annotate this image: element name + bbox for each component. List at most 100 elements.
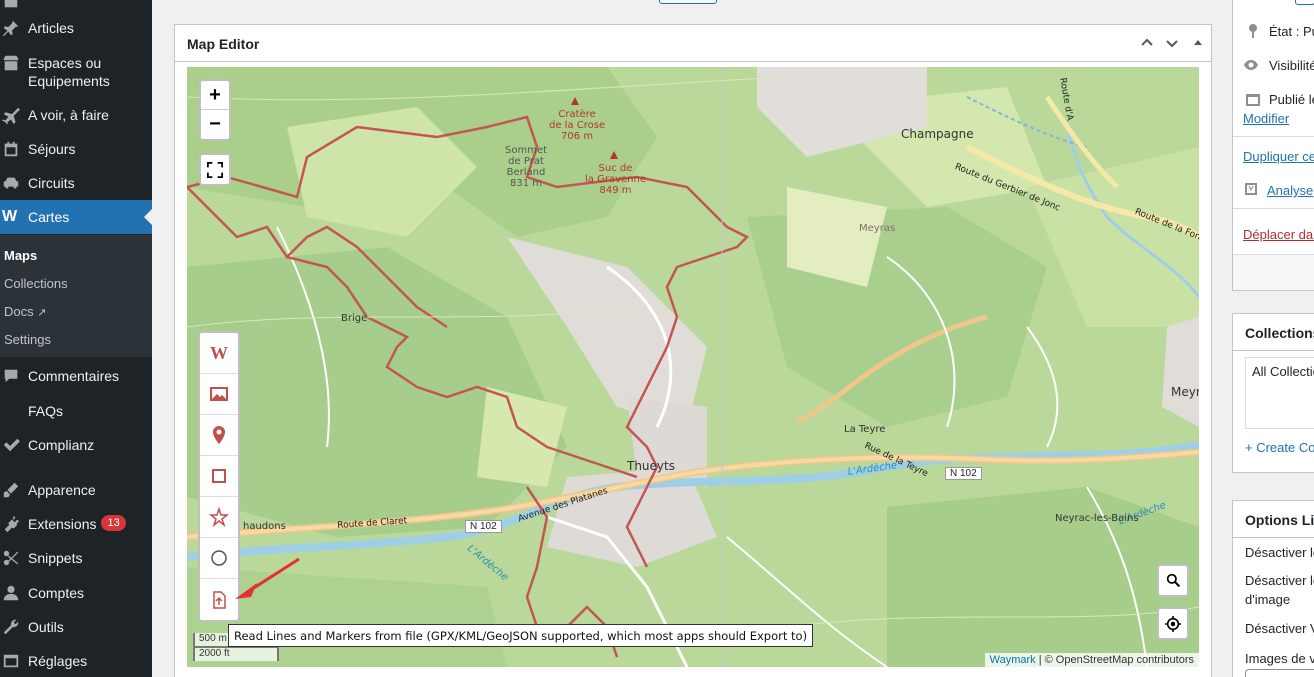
collections-box: Collections All Collectio + Create Co — [1232, 313, 1314, 473]
divider — [1233, 537, 1314, 538]
sidebar-item-reglages[interactable]: Réglages — [0, 652, 152, 670]
marker-tool-button[interactable] — [200, 415, 238, 456]
circle-icon — [211, 550, 227, 566]
create-collection-link[interactable]: + Create Co — [1245, 440, 1314, 455]
waymark-link[interactable]: Waymark — [990, 654, 1036, 666]
toggle-panel-button[interactable] — [1188, 33, 1208, 53]
options-box: Options Lit Désactiver le Désactiver le … — [1232, 500, 1314, 677]
sidebar-item-cartes[interactable]: W Cartes — [0, 200, 152, 234]
sidebar-item-label: Réglages — [28, 653, 88, 669]
sidebar-item-extensions[interactable]: Extensions 13 — [0, 515, 152, 533]
publish-box-button-fragment[interactable] — [1295, 0, 1314, 5]
image-icon — [210, 387, 228, 401]
sidebar-item-label: A voir, à faire — [28, 107, 109, 123]
sidebar-item-label: Complianz — [28, 437, 95, 453]
sidebar-item-faqs[interactable]: FAQs — [0, 402, 152, 420]
divider — [1233, 136, 1314, 137]
submenu-item-collections[interactable]: Collections — [4, 276, 68, 291]
sidebar-item-label: FAQs — [28, 403, 64, 419]
map-marker-icon — [213, 426, 225, 444]
submenu-item-label: Docs — [4, 304, 34, 319]
sidebar-item-sejours[interactable]: Séjours — [0, 140, 152, 158]
divider — [1233, 350, 1314, 351]
collections-list[interactable]: All Collectio — [1245, 357, 1314, 429]
published-label: Publié le — [1269, 92, 1314, 107]
sidebar-item-circuits[interactable]: Circuits — [0, 174, 152, 192]
calendar-icon — [0, 140, 28, 158]
map-tiles — [187, 67, 1199, 667]
map-canvas[interactable]: Cratère de la Crose 706 m Sommet de Prat… — [187, 67, 1199, 667]
option-3-label: Désactiver V — [1245, 621, 1314, 636]
seo-analysis-link[interactable]: Analyse — [1267, 183, 1313, 198]
sidebar-item-snippets[interactable]: Snippets — [0, 549, 152, 567]
polygon-tool-button[interactable] — [200, 497, 238, 538]
waymark-icon: W — [210, 342, 228, 363]
chevron-down-icon — [1166, 40, 1178, 48]
move-down-button[interactable] — [1162, 33, 1182, 53]
map-label-meyras: Meyras — [859, 223, 896, 234]
scale-imperial: 2000 ft — [193, 646, 279, 661]
panel-header: Map Editor — [175, 25, 1211, 62]
sidebar-item-complianz[interactable]: Complianz — [0, 436, 152, 454]
duplicate-link[interactable]: Dupliquer ce — [1243, 149, 1314, 164]
annotation-arrow-icon — [235, 557, 300, 599]
update-count-badge: 13 — [101, 515, 126, 531]
sidebar-item-comptes[interactable]: Comptes — [0, 584, 152, 602]
locate-button[interactable] — [1157, 607, 1189, 640]
sidebar-item-label: Cartes — [28, 209, 70, 225]
sidebar-item-label: Séjours — [28, 141, 76, 157]
sidebar-item-label: Commentaires — [28, 368, 120, 384]
map-label-la-teyre: La Teyre — [844, 424, 886, 435]
rectangle-icon — [212, 469, 226, 483]
zoom-control: + − — [199, 79, 231, 141]
collections-title: Collections — [1245, 325, 1314, 341]
sidebar-item-dashboard[interactable] — [0, 0, 152, 8]
sidebar-item-apparence[interactable]: Apparence — [0, 481, 152, 499]
right-sidebar: État : Pu Visibilité Publié le Modifier … — [1232, 0, 1314, 677]
sidebar-item-commentaires[interactable]: Commentaires — [0, 367, 152, 385]
check-icon — [0, 436, 28, 454]
pin-icon — [1245, 23, 1261, 39]
option-4-input[interactable] — [1245, 669, 1314, 677]
snippet-icon — [0, 549, 28, 567]
map-search-button[interactable] — [1157, 564, 1189, 597]
plugin-icon — [0, 515, 28, 533]
options-title: Options Lit — [1245, 512, 1314, 528]
brush-icon — [0, 481, 28, 499]
file-upload-icon — [213, 590, 226, 609]
all-collections-tab[interactable]: All Collectio — [1252, 364, 1314, 379]
waymark-tool-button[interactable]: W — [200, 333, 238, 374]
map-label-champagne: Champagne — [901, 127, 974, 141]
sidebar-item-label: Articles — [28, 20, 74, 36]
divider — [1233, 208, 1314, 209]
submenu-item-maps[interactable]: Maps — [4, 248, 37, 263]
move-to-trash-link[interactable]: Déplacer dan — [1243, 227, 1314, 242]
submenu-item-docs[interactable]: Docs ↗ — [4, 304, 46, 319]
calendar-icon — [1245, 91, 1261, 107]
submenu-item-settings[interactable]: Settings — [4, 332, 51, 347]
zoom-in-button[interactable]: + — [201, 81, 229, 110]
sidebar-item-espaces[interactable]: Espaces ou Equipements — [0, 54, 152, 90]
option-2-label: Désactiver le — [1245, 573, 1314, 588]
top-button-fragment[interactable] — [659, 0, 717, 4]
image-tool-button[interactable] — [200, 374, 238, 415]
import-tooltip: Read Lines and Markers from file (GPX/KM… — [228, 624, 814, 647]
zoom-out-button[interactable]: − — [201, 110, 229, 139]
user-icon — [0, 584, 28, 602]
map-label-brige: Brige — [341, 313, 368, 324]
attribution-text: | © OpenStreetMap contributors — [1038, 654, 1194, 666]
map-attribution: Waymark | © OpenStreetMap contributors — [984, 653, 1199, 667]
sidebar-item-avoir[interactable]: A voir, à faire — [0, 106, 152, 124]
sidebar-item-outils[interactable]: Outils — [0, 618, 152, 636]
map-label-chaudons: haudons — [243, 521, 286, 532]
map-label-sommet: Sommet de Prat Berland 831 m — [505, 145, 548, 189]
modify-date-link[interactable]: Modifier — [1243, 111, 1289, 126]
fullscreen-button[interactable] — [199, 153, 231, 186]
publish-actions-bar — [1233, 254, 1314, 290]
sidebar-item-label: Espaces ou Equipements — [28, 55, 110, 89]
move-up-button[interactable] — [1137, 33, 1157, 53]
sidebar-item-articles[interactable]: Articles — [0, 19, 152, 37]
rectangle-tool-button[interactable] — [200, 456, 238, 497]
submenu: Maps Collections Docs ↗ Settings — [0, 235, 152, 357]
locate-icon — [1159, 609, 1187, 638]
